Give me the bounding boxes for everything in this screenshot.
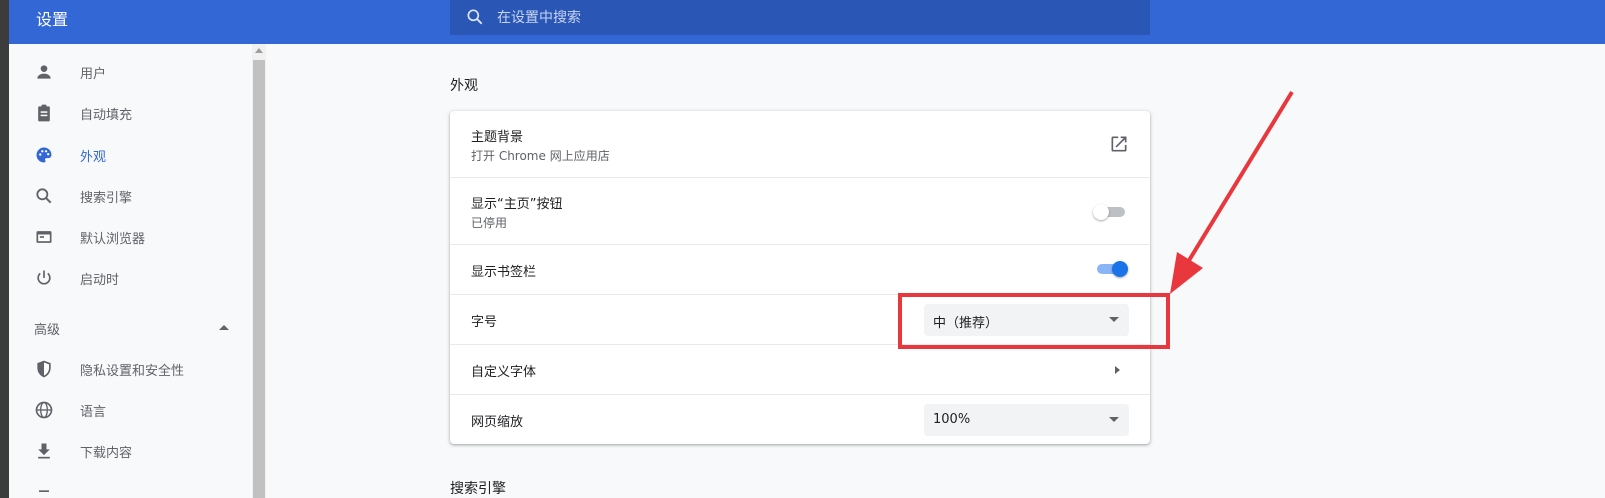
sidebar-item-label: 语言 <box>80 404 107 420</box>
sidebar-item-languages[interactable]: 语言 <box>9 390 252 430</box>
search-icon <box>33 185 55 207</box>
toggle-knob <box>1112 261 1128 277</box>
palette-icon <box>33 144 55 166</box>
row-title: 显示书签栏 <box>471 265 537 280</box>
top-bar: 设置 在设置中搜索 <box>0 0 1605 44</box>
sidebar-item-downloads[interactable]: 下载内容 <box>9 431 252 471</box>
sidebar: 用户 自动填充 外观 搜索引擎 默认浏览器 启动时 高级 隐私设置和安全性 语言… <box>9 44 252 498</box>
custom-fonts-row[interactable]: 自定义字体 <box>450 344 1150 394</box>
sidebar-item-partial <box>9 472 252 498</box>
sidebar-item-default-browser[interactable]: 默认浏览器 <box>9 217 252 257</box>
sidebar-item-label: 隐私设置和安全性 <box>80 363 185 379</box>
row-subtitle: 已停用 <box>471 216 508 230</box>
sidebar-item-autofill[interactable]: 自动填充 <box>9 93 252 133</box>
scrollbar-thumb[interactable] <box>253 60 265 498</box>
sidebar-item-label: 搜索引擎 <box>80 190 133 206</box>
home-button-row[interactable]: 显示“主页”按钮 已停用 <box>450 177 1150 244</box>
row-title: 字号 <box>471 315 498 330</box>
select-value: 100% <box>933 412 971 427</box>
search-icon <box>465 7 485 27</box>
dropdown-arrow-icon <box>1109 417 1119 422</box>
browser-icon <box>33 226 55 248</box>
toggle-knob <box>1093 204 1109 220</box>
sidebar-item-search-engine[interactable]: 搜索引擎 <box>9 176 252 216</box>
page-zoom-row: 网页缩放 100% <box>450 394 1150 444</box>
app-title: 设置 <box>36 10 69 29</box>
sidebar-advanced-label: 高级 <box>34 323 61 338</box>
next-section-title: 搜索引擎 <box>450 481 506 497</box>
sidebar-item-label: 外观 <box>80 149 107 165</box>
appearance-card: 主题背景 打开 Chrome 网上应用店 显示“主页”按钮 已停用 显示书签栏 … <box>450 111 1150 444</box>
sidebar-item-label: 启动时 <box>80 272 120 288</box>
bookmarks-bar-toggle[interactable] <box>1095 259 1129 279</box>
row-title: 网页缩放 <box>471 415 524 430</box>
sidebar-item-privacy[interactable]: 隐私设置和安全性 <box>9 349 252 389</box>
sidebar-advanced-toggle[interactable]: 高级 <box>9 307 252 347</box>
sidebar-item-on-startup[interactable]: 启动时 <box>9 258 252 298</box>
power-icon <box>33 267 55 289</box>
page-zoom-select[interactable]: 100% <box>924 404 1129 436</box>
sidebar-item-label: 用户 <box>80 66 107 82</box>
annotation-highlight-box <box>898 293 1170 349</box>
shield-icon <box>33 358 55 380</box>
sidebar-item-appearance[interactable]: 外观 <box>9 135 252 175</box>
search-input[interactable]: 在设置中搜索 <box>497 7 581 27</box>
globe-icon <box>33 399 55 421</box>
sidebar-item-user[interactable]: 用户 <box>9 52 252 92</box>
sidebar-scrollbar[interactable] <box>252 44 266 498</box>
clipboard-icon <box>33 102 55 124</box>
row-title: 自定义字体 <box>471 365 537 380</box>
window-edge <box>0 0 9 498</box>
row-subtitle: 打开 Chrome 网上应用店 <box>471 149 610 163</box>
row-title: 主题背景 <box>471 130 524 145</box>
scroll-up-icon[interactable] <box>255 48 263 53</box>
external-link-icon[interactable] <box>1109 134 1129 158</box>
bookmarks-bar-row[interactable]: 显示书签栏 <box>450 244 1150 294</box>
person-icon <box>33 61 55 83</box>
sidebar-item-label: 下载内容 <box>80 445 133 461</box>
theme-row[interactable]: 主题背景 打开 Chrome 网上应用店 <box>450 111 1150 177</box>
chevron-right-icon <box>1115 366 1120 374</box>
section-title: 外观 <box>450 78 478 94</box>
chevron-up-icon <box>219 325 229 330</box>
print-icon <box>33 481 55 498</box>
sidebar-item-label: 默认浏览器 <box>80 231 146 247</box>
home-button-toggle[interactable] <box>1093 202 1127 222</box>
download-icon <box>33 440 55 462</box>
search-box[interactable]: 在设置中搜索 <box>450 0 1150 35</box>
row-title: 显示“主页”按钮 <box>471 197 563 212</box>
sidebar-item-label: 自动填充 <box>80 107 133 123</box>
